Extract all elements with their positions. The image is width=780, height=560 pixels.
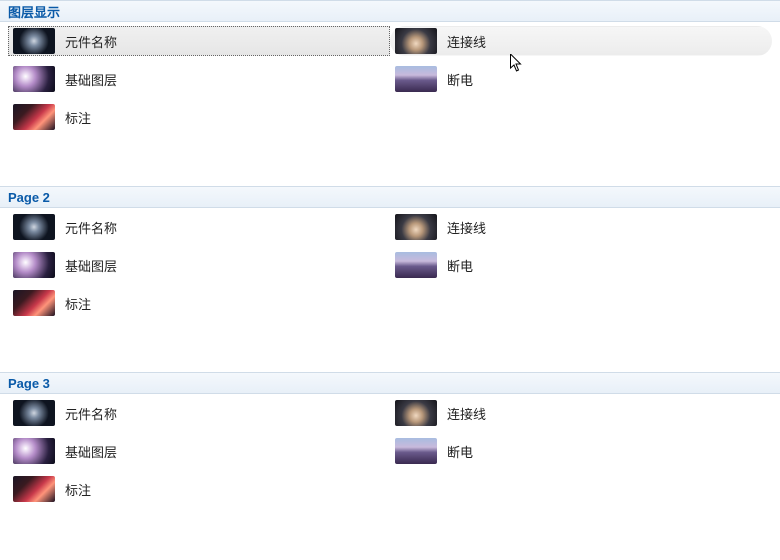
layer-label: 标注 [65,108,91,127]
layer-label: 标注 [65,480,91,499]
section-header[interactable]: Page 3 [0,372,780,394]
section-body: 元件名称基础图层标注 连接线断电 [0,22,780,186]
layer-thumbnail-icon [13,476,55,502]
layer-thumbnail-icon [13,66,55,92]
layer-item[interactable]: 基础图层 [8,250,390,280]
layer-thumbnail-icon [13,400,55,426]
layer-label: 基础图层 [65,70,117,89]
layer-label: 标注 [65,294,91,313]
layer-thumbnail-icon [13,214,55,240]
layer-thumbnail-icon [13,252,55,278]
layer-item[interactable]: 元件名称 [8,26,390,56]
layer-item[interactable]: 元件名称 [8,398,390,428]
layer-label: 元件名称 [65,218,117,237]
layer-thumbnail-icon [13,104,55,130]
section-header[interactable]: Page 2 [0,186,780,208]
layer-item[interactable]: 标注 [8,288,390,318]
layer-thumbnail-icon [13,290,55,316]
layer-thumbnail-icon [395,438,437,464]
layer-thumbnail-icon [395,252,437,278]
layer-thumbnail-icon [395,66,437,92]
layer-label: 元件名称 [65,32,117,51]
layer-thumbnail-icon [13,28,55,54]
layer-label: 断电 [447,256,473,275]
section-body: 元件名称基础图层标注 连接线断电 [0,208,780,372]
section-header[interactable]: 图层显示 [0,0,780,22]
layer-label: 基础图层 [65,442,117,461]
layer-item[interactable]: 元件名称 [8,212,390,242]
layer-item[interactable]: 断电 [390,250,772,280]
layer-thumbnail-icon [395,400,437,426]
layer-item[interactable]: 断电 [390,64,772,94]
layer-item[interactable]: 标注 [8,474,390,504]
layer-label: 基础图层 [65,256,117,275]
layer-item[interactable]: 基础图层 [8,436,390,466]
layer-label: 连接线 [447,404,486,423]
layer-label: 断电 [447,70,473,89]
section-body: 元件名称基础图层标注 连接线断电 [0,394,780,558]
layer-label: 元件名称 [65,404,117,423]
layer-item[interactable]: 连接线 [390,398,772,428]
layer-item[interactable]: 标注 [8,102,390,132]
layer-thumbnail-icon [395,214,437,240]
layer-item[interactable]: 断电 [390,436,772,466]
layer-label: 断电 [447,442,473,461]
layer-thumbnail-icon [13,438,55,464]
layer-thumbnail-icon [395,28,437,54]
layer-item[interactable]: 基础图层 [8,64,390,94]
layer-label: 连接线 [447,218,486,237]
layer-item[interactable]: 连接线 [390,212,772,242]
layer-label: 连接线 [447,32,486,51]
layer-item[interactable]: 连接线 [390,26,772,56]
